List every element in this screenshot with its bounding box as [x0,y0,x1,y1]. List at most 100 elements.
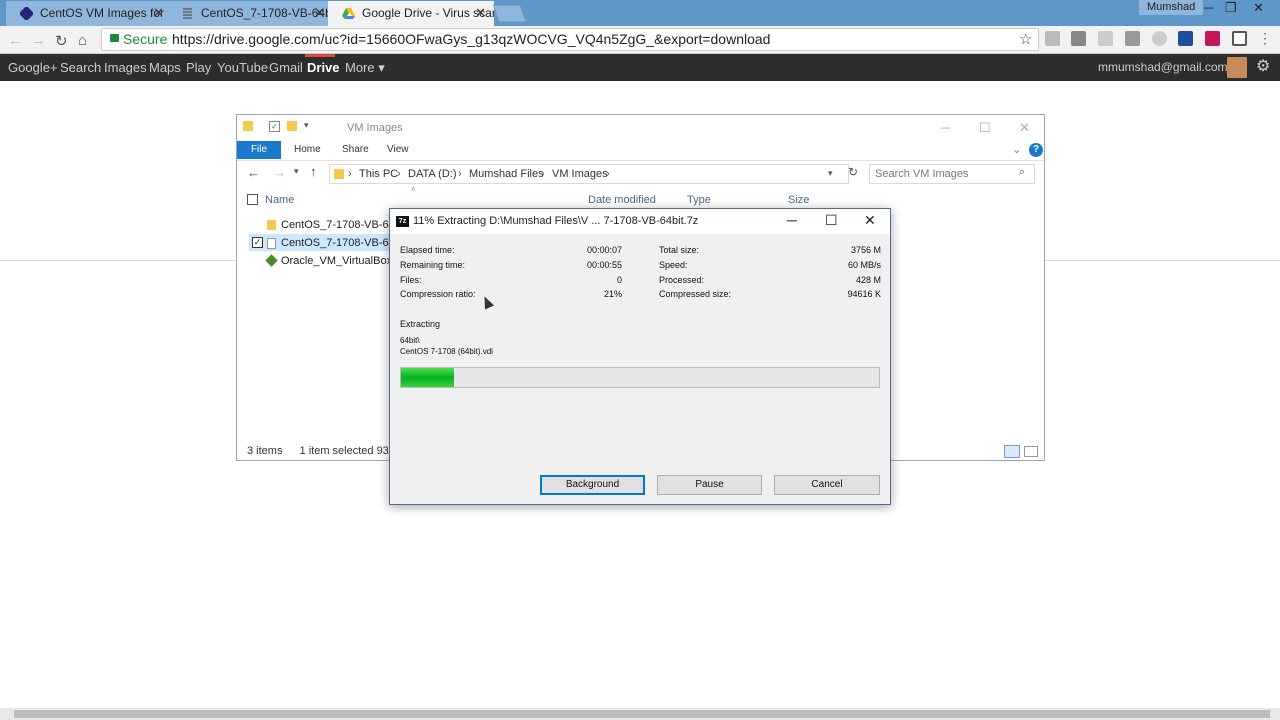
sort-arrow-icon: ˄ [411,185,416,194]
selection-info: 1 item selected 938 [299,445,395,457]
back-icon[interactable]: ← [8,32,23,49]
tab-close-icon[interactable]: ✕ [314,1,325,25]
quick-access-dropdown-icon[interactable]: ▾ [304,120,309,131]
search-icon: ⌕ [1019,166,1026,178]
select-all-checkbox[interactable] [247,194,258,205]
file-row[interactable]: CentOS_7-1708-VB-64bi [267,219,403,231]
reload-icon[interactable]: ↻ [55,32,68,50]
gmail-link[interactable]: Gmail [269,60,303,75]
recent-locations-icon[interactable]: ▾ [294,166,299,177]
breadcrumb-data-drive[interactable]: DATA (D:) [408,168,456,180]
background-button[interactable]: Background [540,475,645,495]
pocket-icon[interactable] [1205,31,1220,46]
back-icon[interactable]: ← [247,165,260,180]
file-row[interactable]: Oracle_VM_VirtualBox_E [265,254,406,267]
extension-icon[interactable] [1232,31,1247,46]
file-name: CentOS_7-1708-VB-64bi [281,237,404,249]
stat-value-elapsed: 00:00:07 [586,245,622,255]
virtualbox-icon [265,254,278,267]
7zip-icon: 7z [396,216,409,227]
details-view-icon[interactable] [1004,445,1020,458]
row-checkbox[interactable]: ✓ [252,237,263,248]
gear-icon[interactable]: ⚙ [1256,56,1270,76]
search-link[interactable]: Search [60,60,101,75]
close-icon[interactable]: ✕ [1253,0,1264,15]
extraction-dialog: 7z 11% Extracting D:\Mumshad Files\V ...… [389,208,891,505]
account-email[interactable]: mmumshad@gmail.com [1098,60,1228,74]
browser-tab-google-drive[interactable]: Google Drive - Virus scan ✕ [328,1,494,26]
play-link[interactable]: Play [186,60,211,75]
restore-icon[interactable]: ❐ [1225,0,1237,15]
column-name[interactable]: Name [265,194,294,206]
stat-value-compression-ratio: 21% [603,289,622,299]
stat-value-remaining: 00:00:55 [586,260,622,270]
drive-link[interactable]: Drive [307,60,340,75]
browser-tab-centos-images[interactable]: CentOS VM Images for V ✕ [6,1,172,26]
folder-icon[interactable] [287,121,297,131]
google-plus-link[interactable]: Google+ [8,60,58,75]
ribbon-tab-file[interactable]: File [237,141,281,159]
stat-label-compression-ratio: Compression ratio: [400,289,476,299]
extension-icon[interactable] [1071,31,1086,46]
large-icons-view-icon[interactable] [1024,446,1038,457]
checkbox-icon[interactable]: ✓ [269,121,280,132]
extension-icon[interactable] [1152,31,1167,46]
breadcrumb-mumshad-files[interactable]: Mumshad Files [469,168,544,180]
extension-icon[interactable] [1045,31,1060,46]
youtube-link[interactable]: YouTube [217,60,268,75]
up-icon[interactable]: ↑ [310,164,317,179]
column-date-modified[interactable]: Date modified [588,194,656,206]
folder-icon [243,121,253,131]
breadcrumb-this-pc[interactable]: This PC [359,168,398,180]
home-icon[interactable]: ⌂ [78,32,87,49]
address-dropdown-icon[interactable]: ▾ [828,168,833,179]
tab-close-icon[interactable]: ✕ [475,1,486,25]
column-size[interactable]: Size [788,194,809,206]
camera-icon[interactable] [1125,31,1140,46]
close-icon[interactable]: ✕ [864,212,876,229]
images-link[interactable]: Images [104,60,147,75]
help-icon[interactable]: ? [1029,143,1043,157]
chrome-menu-icon[interactable]: ⋮ [1258,30,1272,47]
forward-icon[interactable]: → [31,32,46,49]
window-title: VM Images [347,122,403,134]
tab-close-icon[interactable]: ✕ [153,1,164,25]
avatar[interactable] [1227,57,1247,78]
scrollbar-thumb[interactable] [14,710,1270,718]
search-input[interactable]: Search VM Images [869,164,1035,184]
progress-bar-fill [401,368,454,387]
address-bar[interactable]: Secure https://drive.google.com/uc?id=15… [101,28,1039,51]
profile-button[interactable]: Mumshad [1139,0,1204,15]
new-tab-button[interactable] [492,5,527,22]
current-folder: 64bit\ [400,336,420,345]
minimize-icon[interactable]: ─ [787,212,797,228]
ribbon-tab-home[interactable]: Home [294,144,321,155]
maximize-icon[interactable]: ☐ [825,212,838,229]
minimize-icon[interactable]: ─ [1204,0,1213,15]
maximize-icon[interactable]: ☐ [979,120,991,136]
cancel-button[interactable]: Cancel [774,475,880,495]
explorer-address-row: ← → ▾ ↑ › This PC › DATA (D:) › Mumshad … [237,162,1044,186]
breadcrumb-vm-images[interactable]: VM Images [552,168,608,180]
column-type[interactable]: Type [687,194,711,206]
pause-button[interactable]: Pause [657,475,762,495]
ribbon-tab-share[interactable]: Share [342,144,369,155]
close-icon[interactable]: ✕ [1019,120,1030,136]
stat-value-files: 0 [616,275,622,285]
browser-tab-centos-file[interactable]: CentOS_7-1708-VB-64bit ✕ [167,1,333,26]
refresh-icon[interactable]: ↻ [848,165,858,179]
extension-icon[interactable] [1098,31,1113,46]
maps-link[interactable]: Maps [149,60,181,75]
url-text[interactable]: https://drive.google.com/uc?id=15660OFwa… [172,31,770,47]
minimize-icon[interactable]: ─ [941,120,950,135]
bookmark-extension-icon[interactable] [1178,31,1193,46]
bookmark-star-icon[interactable]: ☆ [1019,30,1032,48]
explorer-address-bar[interactable]: › This PC › DATA (D:) › Mumshad Files › … [329,164,849,184]
extracting-label: Extracting [400,319,441,329]
stat-label-remaining: Remaining time: [400,260,466,270]
file-row[interactable]: CentOS_7-1708-VB-64bi [267,237,404,249]
forward-icon[interactable]: → [273,165,286,180]
more-menu[interactable]: More ▾ [345,60,385,76]
expand-ribbon-icon[interactable]: ⌄ [1012,143,1021,156]
ribbon-tab-view[interactable]: View [387,144,409,155]
